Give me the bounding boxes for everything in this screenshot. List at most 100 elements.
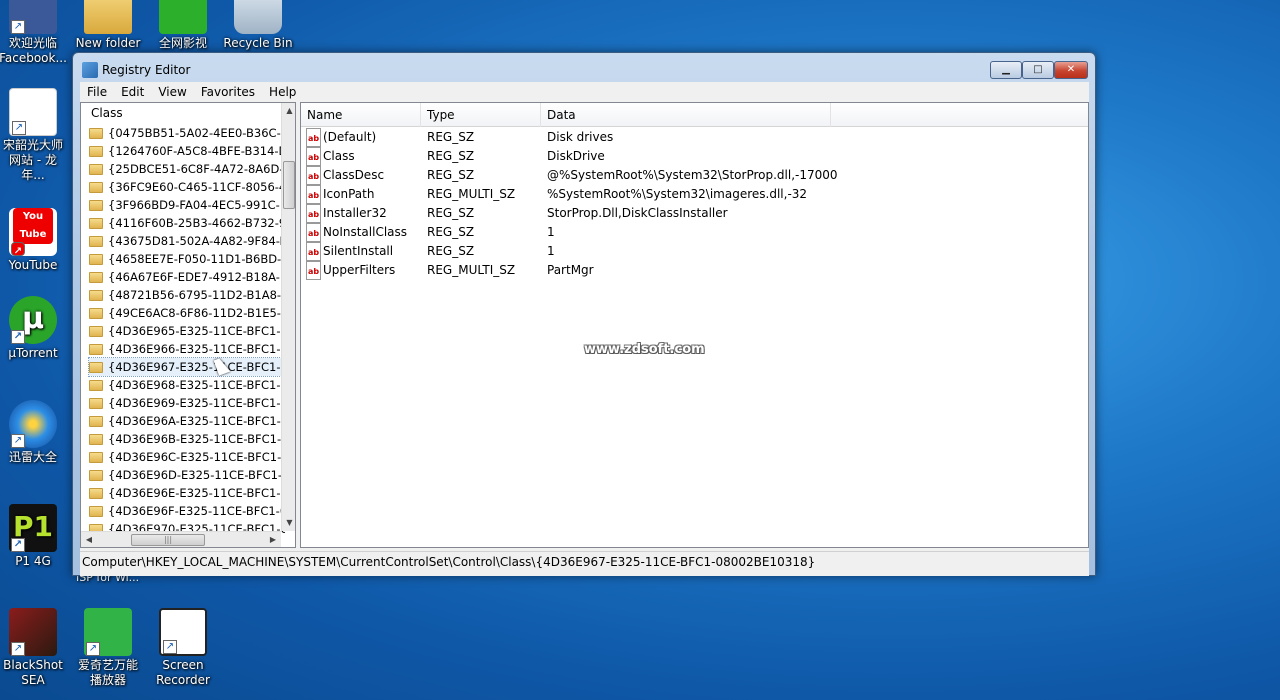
menu-view[interactable]: View [151,85,193,99]
window-title: Registry Editor [102,63,191,77]
tree-item-label: {4D36E968-E325-11CE-BFC1-080 [108,378,285,392]
folder-icon [89,361,103,373]
folder-icon [89,451,103,463]
tree-item[interactable]: {4D36E967-E325-11CE-BFC1-080 [88,357,286,377]
value-type: REG_SZ [427,206,475,220]
tree-horizontal-scrollbar[interactable]: ◀ ||| ▶ [81,531,281,547]
tree-item-label: {43675D81-502A-4A82-9F84-B75 [108,234,285,248]
tree-item[interactable]: {49CE6AC8-6F86-11D2-B1E5-008 [89,304,285,322]
registry-value-row[interactable]: ab Installer32 REG_SZ StorProp.Dll,DiskClas… [301,204,1088,223]
tree-item[interactable]: {4D36E96E-E325-11CE-BFC1-080 [89,484,285,502]
iqiyi-player-icon: ↗ [84,608,132,656]
desktop-icon-p1-4g[interactable]: P1 ↗ P1 4G [0,504,68,569]
value-name: SilentInstall [323,244,394,258]
desktop-icon-iqiyi-player[interactable]: ↗ 爱奇艺万能 播放器 [73,608,143,688]
registry-value-row[interactable]: ab IconPath REG_MULTI_SZ %SystemRoot%\Syste… [301,185,1088,204]
desktop-icon-screen-recorder[interactable]: ↗ Screen Recorder [148,608,218,688]
tree-item[interactable]: {3F966BD9-FA04-4EC5-991C-D3 [89,196,285,214]
tree-item[interactable]: {4D36E96D-E325-11CE-BFC1-080 [89,466,285,484]
string-value-icon: ab [306,128,321,147]
desktop-icon-new-folder[interactable]: New folder [73,0,143,51]
minimize-button[interactable]: ▁ [990,61,1022,79]
tree-item[interactable]: {0475BB51-5A02-4EE0-B36C-290 [89,124,285,142]
tree-vertical-scrollbar[interactable]: ▲ ▼ [281,103,295,531]
menu-bar: File Edit View Favorites Help [80,82,1089,102]
iqiyi-icon [159,0,207,34]
registry-editor-window[interactable]: Registry Editor ▁ □ ✕ File Edit View Fav… [72,52,1096,576]
tree-item-label: {4D36E96C-E325-11CE-BFC1-080 [108,450,285,464]
value-data: PartMgr [547,263,594,277]
column-header-data[interactable]: Data [541,103,831,127]
registry-value-row[interactable]: ab (Default) REG_SZ Disk drives [301,128,1088,147]
scroll-right-arrow-icon[interactable]: ▶ [265,532,281,547]
tree-item[interactable]: {43675D81-502A-4A82-9F84-B75 [89,232,285,250]
client-area: Class {0475BB51-5A02-4EE0-B36C-290 {12647… [80,102,1089,576]
string-value-icon: ab [306,204,321,223]
folder-icon [89,253,103,265]
values-list-pane[interactable]: Name Type Data ab (Default) REG_SZ Disk dri… [300,102,1089,548]
registry-value-row[interactable]: ab Class REG_SZ DiskDrive [301,147,1088,166]
folder-icon [89,505,103,517]
desktop-icon-label: SEA [21,673,45,687]
tree-item[interactable]: {4D36E96A-E325-11CE-BFC1-080 [89,412,285,430]
folder-icon [89,145,103,157]
desktop-icon-song-shaoguang[interactable]: ↗ 宋韶光大师 网站 - 龙年... [0,88,68,183]
desktop-icon-youtube[interactable]: You Tube ↗ YouTube [0,194,68,273]
tree-item-label: {46A67E6F-EDE7-4912-B18A-EEC [108,270,285,284]
desktop-icon-label: Facebook... [0,51,67,65]
desktop-icon-recycle-bin[interactable]: Recycle Bin [223,0,293,51]
desktop-icon-facebook[interactable]: ↗ 欢迎光临 Facebook... [0,0,68,66]
desktop-icon-label: YouTube [8,258,58,272]
value-data: StorProp.Dll,DiskClassInstaller [547,206,728,220]
scroll-up-arrow-icon[interactable]: ▲ [282,103,295,119]
registry-value-row[interactable]: ab NoInstallClass REG_SZ 1 [301,223,1088,242]
value-name: IconPath [323,187,375,201]
tree-item[interactable]: {4D36E965-E325-11CE-BFC1-080 [89,322,285,340]
registry-value-row[interactable]: ab UpperFilters REG_MULTI_SZ PartMgr [301,261,1088,280]
value-name: Installer32 [323,206,387,220]
column-header-name[interactable]: Name [301,103,421,127]
tree-item[interactable]: {48721B56-6795-11D2-B1A8-008 [89,286,285,304]
close-button[interactable]: ✕ [1054,61,1088,79]
scroll-thumb[interactable] [283,161,295,209]
value-name: ClassDesc [323,168,385,182]
desktop-icon-label: 全网影视 [158,36,207,50]
menu-favorites[interactable]: Favorites [194,85,262,99]
scroll-left-arrow-icon[interactable]: ◀ [81,532,97,547]
tree-item[interactable]: {1264760F-A5C8-4BFE-B314-D56 [89,142,285,160]
desktop-icon-utorrent[interactable]: µ ↗ µTorrent [0,296,68,361]
string-value-icon: ab [306,185,321,204]
scroll-thumb[interactable]: ||| [131,534,205,546]
desktop-icon-quanwang[interactable]: 全网影视 [148,0,218,51]
tree-item[interactable]: {4D36E966-E325-11CE-BFC1-080 [89,340,285,358]
tree-root-class[interactable]: Class [91,106,123,120]
registry-value-row[interactable]: ab SilentInstall REG_SZ 1 [301,242,1088,261]
tree-item[interactable]: {4D36E96F-E325-11CE-BFC1-080 [89,502,285,520]
title-bar[interactable]: Registry Editor ▁ □ ✕ [73,53,1095,83]
tree-item[interactable]: {4D36E96C-E325-11CE-BFC1-080 [89,448,285,466]
tree-item[interactable]: {46A67E6F-EDE7-4912-B18A-EEC [89,268,285,286]
desktop-icon-xunlei[interactable]: ↗ 迅雷大全 [0,400,68,465]
column-header-type[interactable]: Type [421,103,541,127]
tree-item[interactable]: {4116F60B-25B3-4662-B732-99A [89,214,285,232]
maximize-button[interactable]: □ [1022,61,1054,79]
tree-item[interactable]: {4D36E96B-E325-11CE-BFC1-080 [89,430,285,448]
desktop-icon-blackshot[interactable]: ↗ BlackShot SEA [0,608,68,688]
shortcut-arrow-icon: ↗ [11,20,25,34]
registry-value-row[interactable]: ab ClassDesc REG_SZ @%SystemRoot%\System32\… [301,166,1088,185]
menu-file[interactable]: File [80,85,114,99]
string-value-icon: ab [306,223,321,242]
menu-help[interactable]: Help [262,85,303,99]
tree-item-label: {4D36E96B-E325-11CE-BFC1-080 [108,432,285,446]
shortcut-arrow-icon: ↗ [11,538,25,552]
tree-item-label: {4D36E965-E325-11CE-BFC1-080 [108,324,285,338]
key-tree-pane[interactable]: Class {0475BB51-5A02-4EE0-B36C-290 {12647… [80,102,296,548]
tree-item[interactable]: {36FC9E60-C465-11CF-8056-444 [89,178,285,196]
scroll-down-arrow-icon[interactable]: ▼ [282,515,295,531]
menu-edit[interactable]: Edit [114,85,151,99]
tree-item[interactable]: {4D36E969-E325-11CE-BFC1-080 [89,394,285,412]
tree-item-label: {1264760F-A5C8-4BFE-B314-D56 [108,144,285,158]
tree-item[interactable]: {4D36E968-E325-11CE-BFC1-080 [89,376,285,394]
tree-item[interactable]: {4658EE7E-F050-11D1-B6BD-00C [89,250,285,268]
tree-item[interactable]: {25DBCE51-6C8F-4A72-8A6D-B5 [89,160,285,178]
